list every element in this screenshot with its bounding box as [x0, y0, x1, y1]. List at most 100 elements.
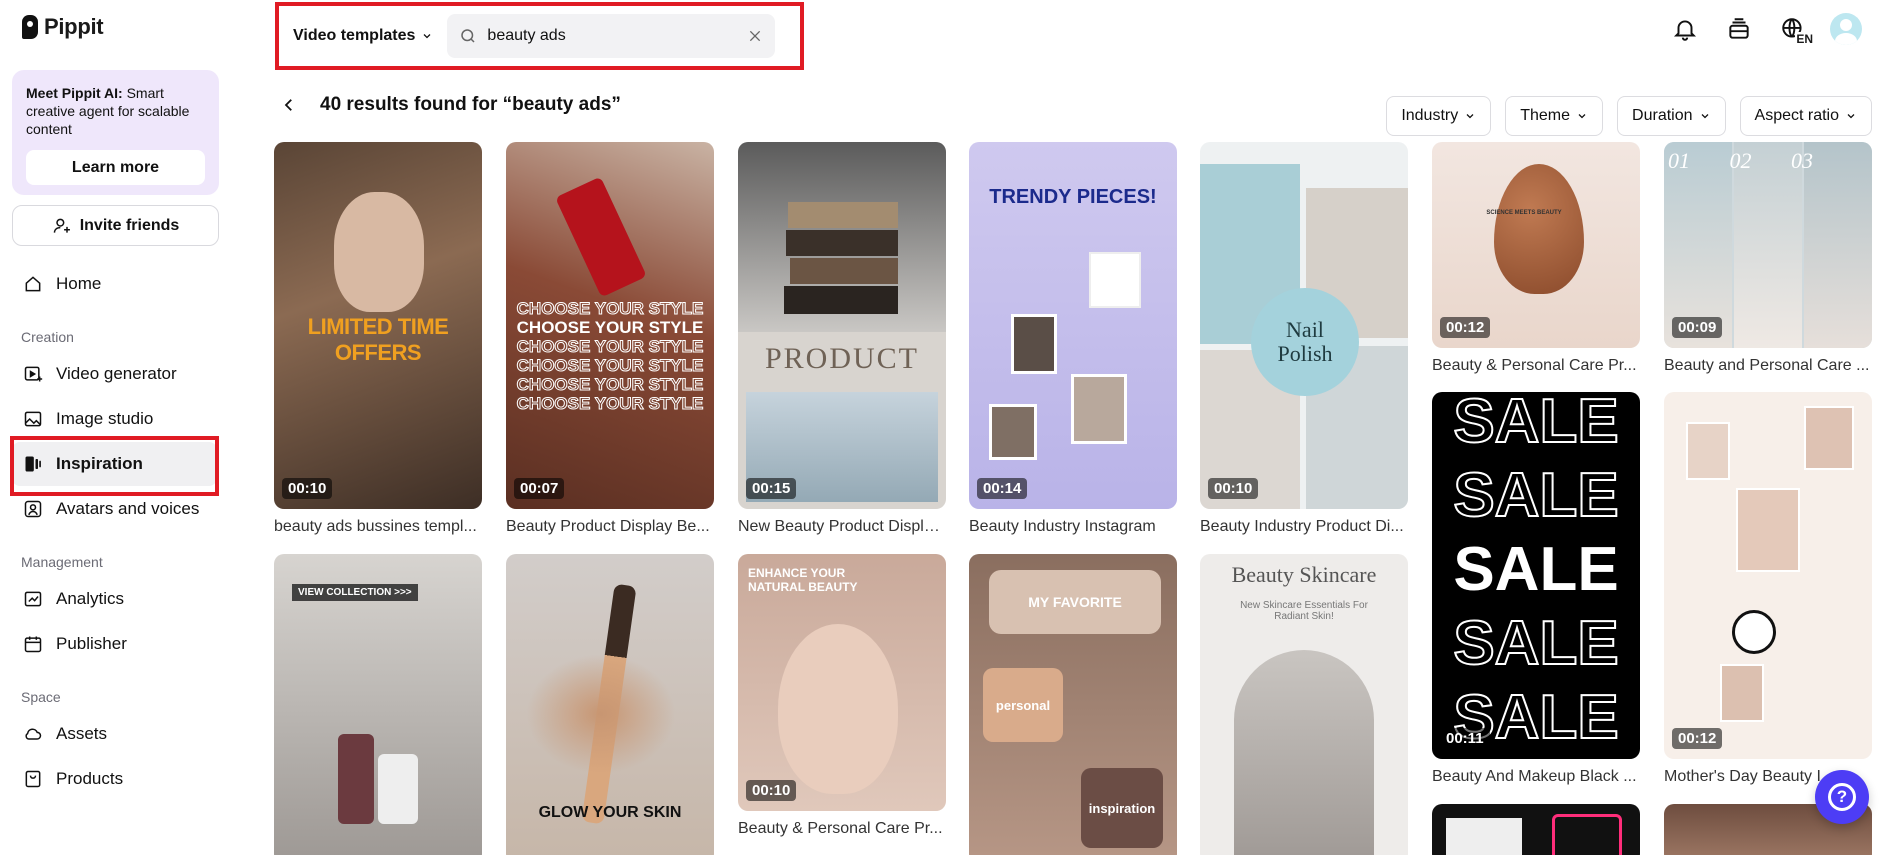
filter-duration-label: Duration — [1632, 107, 1693, 124]
duration-badge: 00:07 — [514, 478, 565, 499]
invite-friends-button[interactable]: Invite friends — [12, 205, 219, 246]
card-overlay-text: VIEW COLLECTION >>> — [292, 584, 418, 601]
card-subtitle: New Skincare Essentials For Radiant Skin… — [1240, 600, 1368, 622]
lipstick-image — [555, 176, 647, 298]
promo-card: Meet Pippit AI: Smart creative agent for… — [12, 70, 219, 195]
template-title: Beauty Industry Instagram — [969, 518, 1156, 535]
video-generator-icon — [22, 363, 44, 385]
template-card[interactable]: 01 02 03 00:09 Beauty and Personal Care … — [1664, 142, 1872, 375]
nav-products[interactable]: Products — [12, 757, 217, 801]
help-button[interactable]: ? — [1815, 770, 1869, 824]
template-card[interactable]: Beauty Skincare New Skincare Essentials … — [1200, 554, 1408, 855]
card-overlay-text: Beauty Skincare — [1231, 562, 1377, 587]
nav-video-generator[interactable]: Video generator — [12, 352, 217, 396]
card-overlay-text-echo: CHOOSE YOUR STYLE — [516, 375, 704, 395]
serum-bottle-image — [338, 734, 374, 824]
nav-assets-label: Assets — [56, 724, 108, 743]
nav-analytics[interactable]: Analytics — [12, 577, 217, 621]
template-card[interactable]: GLOW YOUR SKIN — [506, 554, 714, 855]
language-globe-icon[interactable]: EN — [1776, 12, 1814, 46]
template-type-label: Video templates — [293, 27, 416, 44]
template-title: Beauty & Personal Care Pr... — [738, 820, 943, 837]
search-input[interactable] — [487, 27, 737, 45]
template-card[interactable]: MY FAVORITE personal inspiration — [969, 554, 1177, 855]
template-thumbnail[interactable]: PRODUCT 00:15 — [738, 142, 946, 509]
promo-title: Meet Pippit AI: — [26, 85, 123, 101]
template-thumbnail[interactable]: ENHANCE YOUR NATURAL BEAUTY 00:10 — [738, 554, 946, 811]
template-title: beauty ads bussines templ... — [274, 518, 477, 535]
nav-publisher[interactable]: Publisher — [12, 622, 217, 666]
template-thumbnail[interactable]: 01 02 03 00:09 — [1664, 142, 1872, 348]
template-title: New Beauty Product Displa... — [738, 518, 946, 535]
top-right-toolbar: EN — [1668, 12, 1862, 46]
user-avatar[interactable] — [1830, 13, 1862, 45]
photo-frame-image — [1686, 422, 1730, 480]
template-card[interactable]: SALE SALE SALE SALE SALE 00:11 Beauty An… — [1432, 392, 1640, 786]
template-card[interactable]: ENHANCE YOUR NATURAL BEAUTY 00:10 Beauty… — [738, 554, 946, 838]
card-label-inspiration: inspiration — [1081, 768, 1163, 848]
template-thumbnail[interactable]: Nail Polish 00:10 — [1200, 142, 1408, 509]
template-thumbnail[interactable] — [1432, 804, 1640, 855]
nav-avatars-label: Avatars and voices — [56, 499, 200, 518]
template-thumbnail[interactable]: CHOOSE YOUR STYLE CHOOSE YOUR STYLE CHOO… — [506, 142, 714, 509]
template-thumbnail[interactable]: 00:12 — [1664, 392, 1872, 759]
template-thumbnail[interactable]: Beauty Skincare New Skincare Essentials … — [1200, 554, 1408, 855]
nav-video-generator-label: Video generator — [56, 364, 177, 383]
section-space: Space — [21, 689, 61, 705]
template-thumbnail[interactable]: GLOW YOUR SKIN — [506, 554, 714, 855]
product-box-icon — [22, 768, 44, 790]
nav-home-label: Home — [56, 274, 102, 293]
template-thumbnail[interactable]: SALE SALE SALE SALE SALE 00:11 — [1432, 392, 1640, 759]
template-thumbnail[interactable]: LIMITED TIME OFFERS 00:10 — [274, 142, 482, 509]
card-overlay-text-echo: CHOOSE YOUR STYLE — [516, 394, 704, 414]
template-thumbnail[interactable]: TRENDY PIECES! 00:14 — [969, 142, 1177, 509]
template-thumbnail[interactable]: VIEW COLLECTION >>> — [274, 554, 482, 855]
nav-inspiration[interactable]: Inspiration — [12, 442, 217, 486]
filter-duration[interactable]: Duration — [1617, 96, 1726, 136]
template-card[interactable] — [1432, 804, 1640, 855]
foundation-swatch-image — [526, 654, 676, 774]
promo-text: Meet Pippit AI: Smart creative agent for… — [26, 84, 205, 138]
nav-home[interactable]: Home — [12, 262, 217, 306]
nav-avatars-voices[interactable]: Avatars and voices — [12, 487, 217, 531]
stack-layers-icon[interactable] — [1722, 12, 1756, 46]
results-count-title: 40 results found for “beauty ads” — [320, 94, 621, 115]
card-overlay-text-echo: CHOOSE YOUR STYLE — [516, 337, 704, 357]
template-card[interactable]: CHOOSE YOUR STYLE CHOOSE YOUR STYLE CHOO… — [506, 142, 714, 536]
filter-aspect-ratio[interactable]: Aspect ratio — [1739, 96, 1872, 136]
clear-search-icon[interactable] — [747, 28, 763, 44]
template-card[interactable]: LIMITED TIME OFFERS 00:10 beauty ads bus… — [274, 142, 482, 536]
template-thumbnail[interactable]: MY FAVORITE personal inspiration — [969, 554, 1177, 855]
chevron-down-icon — [1701, 114, 1708, 119]
image-studio-icon — [22, 408, 44, 430]
product-image — [1446, 818, 1522, 855]
nav-assets[interactable]: Assets — [12, 712, 217, 756]
nav-inspiration-label: Inspiration — [56, 454, 143, 473]
filter-industry[interactable]: Industry — [1386, 96, 1492, 136]
template-card[interactable]: TRENDY PIECES! 00:14 Beauty Industry Ins… — [969, 142, 1177, 536]
cloud-icon — [22, 723, 44, 745]
home-icon — [22, 273, 44, 295]
template-thumbnail[interactable]: SCIENCE MEETS BEAUTY 00:12 — [1432, 142, 1640, 348]
template-card[interactable]: Nail Polish 00:10 Beauty Industry Produc… — [1200, 142, 1408, 536]
template-card[interactable]: PRODUCT 00:15 New Beauty Product Displa.… — [738, 142, 946, 536]
brand-logo[interactable]: Pippit — [22, 14, 104, 40]
card-overlay-text-echo: SALE — [1452, 460, 1619, 531]
back-arrow-icon[interactable] — [280, 96, 298, 114]
card-overlay-text-echo: CHOOSE YOUR STYLE — [516, 356, 704, 376]
neon-sign-image — [1552, 814, 1622, 855]
model-face-image — [778, 624, 898, 794]
template-card[interactable]: VIEW COLLECTION >>> — [274, 554, 482, 855]
learn-more-button[interactable]: Learn more — [26, 150, 205, 185]
filter-theme[interactable]: Theme — [1505, 96, 1604, 136]
template-card[interactable]: 00:12 Mother's Day Beauty I... — [1664, 392, 1872, 786]
invite-friends-label: Invite friends — [79, 216, 180, 234]
template-card[interactable]: SCIENCE MEETS BEAUTY 00:12 Beauty & Pers… — [1432, 142, 1640, 375]
card-overlay-text: ENHANCE YOUR NATURAL BEAUTY — [748, 566, 858, 594]
question-mark-icon: ? — [1828, 783, 1856, 811]
card-overlay-text: CHOOSE YOUR STYLE — [516, 318, 704, 337]
nav-products-label: Products — [56, 769, 124, 788]
template-type-dropdown[interactable]: Video templates — [287, 27, 439, 45]
nav-image-studio[interactable]: Image studio — [12, 397, 217, 441]
notification-bell-icon[interactable] — [1668, 12, 1702, 46]
